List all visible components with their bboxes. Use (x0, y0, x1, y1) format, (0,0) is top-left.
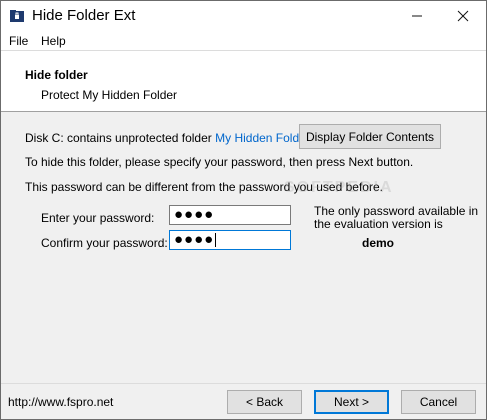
next-button[interactable]: Next > (314, 390, 389, 414)
menu-bar: File Help (1, 31, 486, 50)
confirm-password-field[interactable]: ●●●● (169, 230, 291, 250)
confirm-password-value: ●●●● (174, 231, 215, 248)
app-window: Hide Folder Ext File Help Hide folder Pr… (0, 0, 487, 420)
website-url: http://www.fspro.net (8, 395, 114, 409)
folder-app-icon (10, 10, 24, 22)
password-note-text: This password can be different from the … (25, 180, 383, 194)
minimize-icon (412, 15, 422, 17)
instruction-text: To hide this folder, please specify your… (25, 155, 414, 169)
disk-status-line: Disk C: contains unprotected folder My H… (25, 131, 310, 145)
enter-password-label: Enter your password: (41, 211, 155, 225)
header-subtitle: Protect My Hidden Folder (41, 88, 178, 102)
eval-note-line1: The only password available in (314, 204, 479, 218)
confirm-password-label: Confirm your password: (41, 236, 168, 250)
footer-divider (1, 383, 486, 384)
minimize-button[interactable] (394, 1, 440, 31)
folder-link[interactable]: My Hidden Folder (215, 131, 310, 145)
menu-help[interactable]: Help (41, 34, 66, 48)
wizard-header: Hide folder Protect My Hidden Folder (1, 50, 486, 112)
enter-password-value: ●●●● (174, 206, 215, 223)
header-title: Hide folder (25, 68, 88, 82)
cancel-button[interactable]: Cancel (401, 390, 476, 414)
disk-status-text: Disk C: contains unprotected folder (25, 131, 212, 145)
text-caret (215, 233, 217, 248)
display-folder-contents-button[interactable]: Display Folder Contents (299, 124, 441, 149)
title-bar[interactable]: Hide Folder Ext (1, 1, 486, 31)
eval-note-line2: the evaluation version is (314, 217, 443, 231)
back-button[interactable]: < Back (227, 390, 302, 414)
enter-password-field[interactable]: ●●●● (169, 205, 291, 225)
close-button[interactable] (440, 1, 486, 31)
window-title: Hide Folder Ext (32, 7, 136, 24)
close-icon (457, 10, 469, 22)
menu-file[interactable]: File (9, 34, 28, 48)
eval-password-demo: demo (362, 236, 395, 250)
